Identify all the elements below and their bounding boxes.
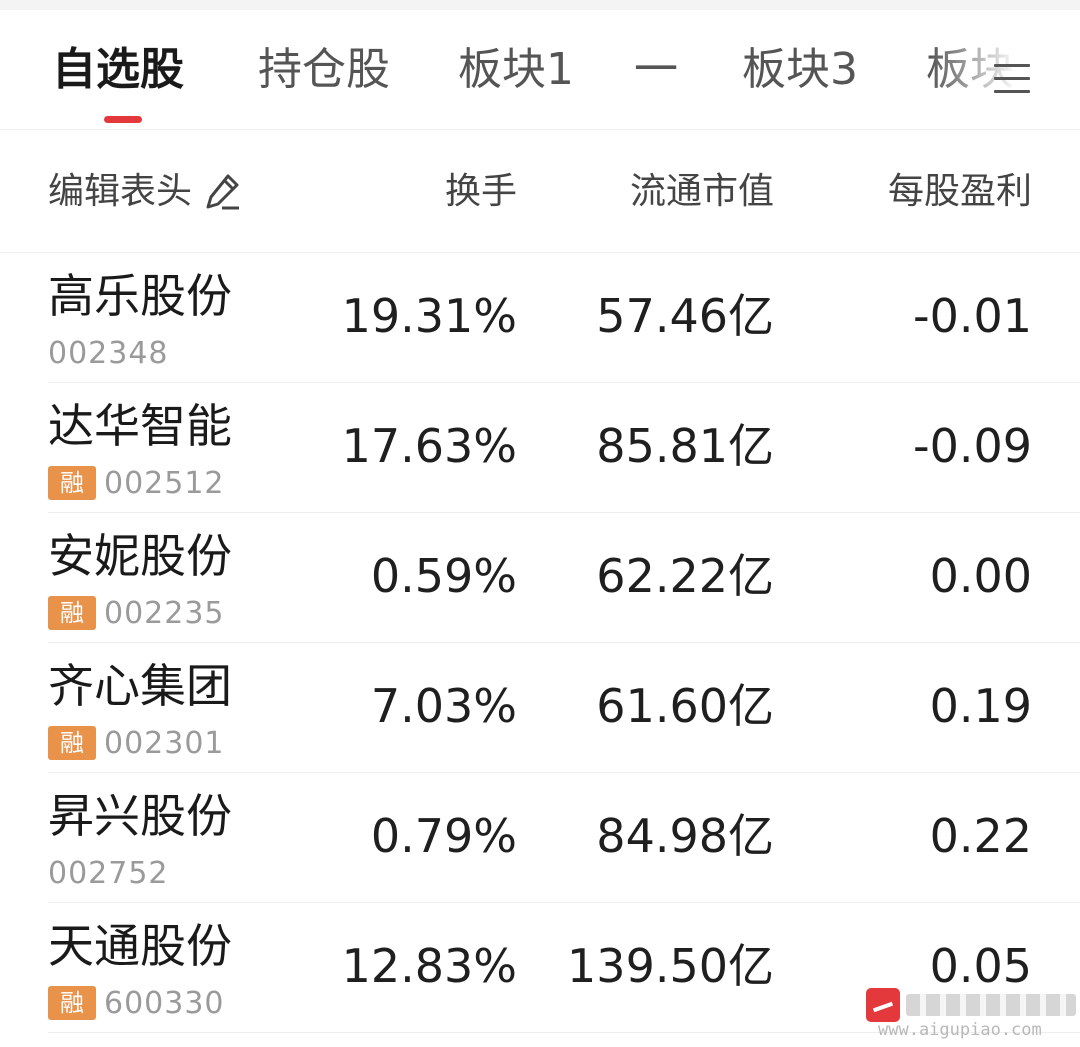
float-cap-value: 139.50亿 <box>567 939 774 993</box>
stock-row[interactable]: 高乐股份 002348 19.31% 57.46亿 -0.01 <box>0 253 1080 383</box>
stock-row[interactable]: 安妮股份 融 002235 0.59% 62.22亿 0.00 <box>0 513 1080 643</box>
stock-name: 达华智能 <box>48 399 232 453</box>
stock-row[interactable]: 昇兴股份 002752 0.79% 84.98亿 0.22 <box>0 773 1080 903</box>
edit-icon <box>206 174 240 210</box>
stock-name: 天通股份 <box>48 919 232 973</box>
turnover-value: 0.79% <box>370 809 517 863</box>
stock-sub-info: 002348 <box>48 335 169 371</box>
watermark-blurred-text <box>906 994 1076 1016</box>
stock-name: 昇兴股份 <box>48 789 232 843</box>
stock-sub-info: 融 002235 <box>48 595 225 631</box>
column-header-turnover[interactable]: 换手 <box>445 167 517 217</box>
turnover-value: 7.03% <box>370 679 517 733</box>
float-cap-value: 57.46亿 <box>596 289 774 343</box>
stock-sub-info: 融 600330 <box>48 985 225 1021</box>
stock-code: 002301 <box>104 725 225 761</box>
margin-badge: 融 <box>48 726 96 760</box>
column-header-float-cap[interactable]: 流通市值 <box>630 167 774 217</box>
float-cap-value: 84.98亿 <box>596 809 774 863</box>
stock-row[interactable]: 达华智能 融 002512 17.63% 85.81亿 -0.09 <box>0 383 1080 513</box>
watermark-logo-icon <box>866 988 900 1022</box>
stock-code: 002512 <box>104 465 225 501</box>
margin-badge: 融 <box>48 986 96 1020</box>
stock-code: 002348 <box>48 335 169 371</box>
stock-name: 高乐股份 <box>48 269 232 323</box>
edit-header-label: 编辑表头 <box>48 171 193 212</box>
table-header: 编辑表头 换手 流通市值 每股盈利 <box>0 131 1080 253</box>
stock-code: 002752 <box>48 855 169 891</box>
tab-bar: 自选股 持仓股 板块1 一 板块3 板块 <box>0 10 1080 130</box>
watchlist-screen: 自选股 持仓股 板块1 一 板块3 板块 编辑表头 换手 流通市值 每股盈利 高… <box>0 0 1080 1047</box>
eps-value: 0.22 <box>929 809 1032 863</box>
stock-name: 齐心集团 <box>48 659 232 713</box>
tab-watchlist[interactable]: 自选股 <box>52 40 184 100</box>
tab-holdings[interactable]: 持仓股 <box>258 40 390 100</box>
eps-value: -0.09 <box>912 419 1032 473</box>
tab-menu-icon[interactable] <box>994 62 1030 96</box>
tab-sector-3[interactable]: 板块3 <box>742 40 858 100</box>
turnover-value: 19.31% <box>341 289 517 343</box>
margin-badge: 融 <box>48 596 96 630</box>
watermark: www.aigupiao.com <box>866 988 1080 1044</box>
tab-sector-2[interactable]: 一 <box>634 40 678 100</box>
stock-name: 安妮股份 <box>48 529 232 583</box>
eps-value: 0.00 <box>929 549 1032 603</box>
status-strip <box>0 0 1080 10</box>
turnover-value: 12.83% <box>341 939 517 993</box>
turnover-value: 17.63% <box>341 419 517 473</box>
watermark-url: www.aigupiao.com <box>878 1020 1042 1040</box>
eps-value: -0.01 <box>912 289 1032 343</box>
eps-value: 0.19 <box>929 679 1032 733</box>
stock-code: 600330 <box>104 985 225 1021</box>
turnover-value: 0.59% <box>370 549 517 603</box>
edit-header-button[interactable]: 编辑表头 <box>48 167 242 217</box>
float-cap-value: 61.60亿 <box>596 679 774 733</box>
float-cap-value: 85.81亿 <box>596 419 774 473</box>
float-cap-value: 62.22亿 <box>596 549 774 603</box>
column-header-eps[interactable]: 每股盈利 <box>888 167 1032 217</box>
stock-sub-info: 融 002301 <box>48 725 225 761</box>
stock-sub-info: 融 002512 <box>48 465 225 501</box>
tab-sector-1[interactable]: 板块1 <box>458 40 574 100</box>
stock-sub-info: 002752 <box>48 855 169 891</box>
stock-row[interactable]: 齐心集团 融 002301 7.03% 61.60亿 0.19 <box>0 643 1080 773</box>
stock-code: 002235 <box>104 595 225 631</box>
active-tab-indicator <box>104 116 142 123</box>
margin-badge: 融 <box>48 466 96 500</box>
